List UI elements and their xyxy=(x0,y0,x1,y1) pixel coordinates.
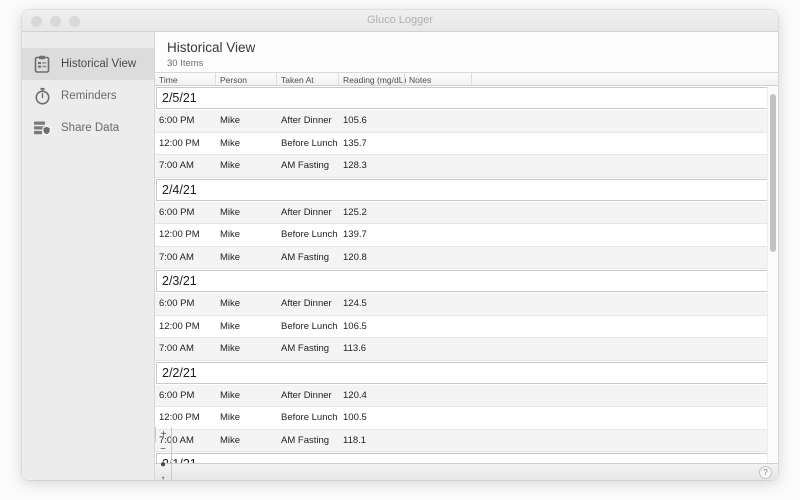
vertical-scrollbar[interactable] xyxy=(767,86,777,463)
share-button[interactable]: ↑ xyxy=(155,472,172,480)
help-button[interactable]: ? xyxy=(759,466,772,479)
table-row[interactable]: 6:00 PM Mike After Dinner 105.6 xyxy=(155,110,770,133)
cell-reading: 120.4 xyxy=(343,390,367,401)
table-row[interactable]: 12:00 PM Mike Before Lunch 106.5 xyxy=(155,316,770,339)
table-row[interactable]: 7:00 AM Mike AM Fasting 120.8 xyxy=(155,247,770,270)
cell-time: 7:00 AM xyxy=(159,252,194,263)
cell-reading: 125.2 xyxy=(343,207,367,218)
sidebar: Historical View Reminders xyxy=(22,32,155,480)
cell-person: Mike xyxy=(220,115,240,126)
cell-time: 12:00 PM xyxy=(159,138,200,149)
cell-time: 6:00 PM xyxy=(159,207,194,218)
cell-reading: 105.6 xyxy=(343,115,367,126)
column-header[interactable]: Time xyxy=(159,75,178,85)
cell-taken-at: Before Lunch xyxy=(281,321,338,332)
cell-reading: 128.3 xyxy=(343,160,367,171)
clipboard-icon xyxy=(32,53,52,75)
records-table: 2/5/21 6:00 PM Mike After Dinner 105.6 12:00 … xyxy=(155,86,778,463)
cell-time: 6:00 PM xyxy=(159,115,194,126)
cell-person: Mike xyxy=(220,138,240,149)
cell-time: 12:00 PM xyxy=(159,321,200,332)
cell-taken-at: AM Fasting xyxy=(281,252,329,263)
sidebar-item-historical-view[interactable]: Historical View xyxy=(22,48,154,80)
sidebar-item-label: Reminders xyxy=(61,90,117,102)
cell-time: 12:00 PM xyxy=(159,412,200,423)
sidebar-item-label: Share Data xyxy=(61,122,119,134)
column-divider[interactable] xyxy=(338,73,339,85)
cell-taken-at: After Dinner xyxy=(281,207,332,218)
cell-person: Mike xyxy=(220,229,240,240)
cell-reading: 113.6 xyxy=(343,343,366,354)
cell-taken-at: AM Fasting xyxy=(281,343,329,354)
main-content: Historical View 30 Items Time Person Taken… xyxy=(155,32,778,480)
cell-person: Mike xyxy=(220,412,240,423)
date-group-header[interactable]: 2/4/21 xyxy=(156,179,770,201)
sidebar-item-reminders[interactable]: Reminders xyxy=(22,80,154,112)
cell-reading: 124.5 xyxy=(343,298,367,309)
window-body: Historical View Reminders xyxy=(22,32,778,480)
column-header[interactable]: Person xyxy=(220,75,247,85)
cell-person: Mike xyxy=(220,390,240,401)
cell-taken-at: Before Lunch xyxy=(281,412,338,423)
item-count: 30 Items xyxy=(167,58,778,69)
table-row[interactable]: 6:00 PM Mike After Dinner 120.4 xyxy=(155,385,770,408)
date-group-header[interactable]: 2/2/21 xyxy=(156,362,770,384)
cell-person: Mike xyxy=(220,343,240,354)
scrollbar-thumb[interactable] xyxy=(770,94,776,252)
table-row[interactable]: 12:00 PM Mike Before Lunch 135.7 xyxy=(155,133,770,156)
column-divider[interactable] xyxy=(215,73,216,85)
cell-person: Mike xyxy=(220,207,240,218)
bottom-toolbar: +−●↑≡◉ ? xyxy=(155,463,778,480)
table-row[interactable]: 7:00 AM Mike AM Fasting 113.6 xyxy=(155,338,770,361)
cell-taken-at: After Dinner xyxy=(281,115,332,126)
sidebar-item-share-data[interactable]: Share Data xyxy=(22,112,154,144)
remove-record-button[interactable]: − xyxy=(155,442,172,457)
cell-taken-at: AM Fasting xyxy=(281,160,329,171)
table-row[interactable]: 6:00 PM Mike After Dinner 124.5 xyxy=(155,293,770,316)
action-button[interactable]: ● xyxy=(155,457,172,472)
app-window: Gluco Logger Historical View xyxy=(22,10,778,480)
table-row[interactable]: 7:00 AM Mike AM Fasting 128.3 xyxy=(155,155,770,178)
cell-reading: 106.5 xyxy=(343,321,367,332)
column-header-row: Time Person Taken At Reading (mg/dL)Notes xyxy=(155,72,778,86)
cell-person: Mike xyxy=(220,252,240,263)
cell-reading: 120.8 xyxy=(343,252,367,263)
column-header[interactable]: Notes xyxy=(409,75,431,85)
cell-reading: 100.5 xyxy=(343,412,367,423)
sidebar-item-label: Historical View xyxy=(61,58,136,70)
column-divider[interactable] xyxy=(276,73,277,85)
cell-time: 12:00 PM xyxy=(159,229,200,240)
cell-time: 7:00 AM xyxy=(159,343,194,354)
cell-person: Mike xyxy=(220,160,240,171)
cell-taken-at: Before Lunch xyxy=(281,138,338,149)
cell-person: Mike xyxy=(220,321,240,332)
share-server-icon xyxy=(32,117,52,139)
cell-time: 6:00 PM xyxy=(159,390,194,401)
add-record-button[interactable]: + xyxy=(155,427,172,442)
cell-reading: 135.7 xyxy=(343,138,367,149)
table-row[interactable]: 6:00 PM Mike After Dinner 125.2 xyxy=(155,202,770,225)
page-title: Historical View xyxy=(167,40,778,55)
column-header[interactable]: Taken At xyxy=(281,75,314,85)
cell-taken-at: After Dinner xyxy=(281,390,332,401)
stopwatch-icon xyxy=(32,85,52,107)
cell-reading: 139.7 xyxy=(343,229,367,240)
column-divider[interactable] xyxy=(471,73,472,85)
table-row[interactable]: 12:00 PM Mike Before Lunch 139.7 xyxy=(155,224,770,247)
title-bar[interactable]: Gluco Logger xyxy=(22,10,778,32)
column-header[interactable]: Reading (mg/dL) xyxy=(343,75,406,85)
content-header: Historical View 30 Items xyxy=(155,32,778,72)
cell-taken-at: After Dinner xyxy=(281,298,332,309)
cell-time: 6:00 PM xyxy=(159,298,194,309)
cell-taken-at: Before Lunch xyxy=(281,229,338,240)
window-title: Gluco Logger xyxy=(22,14,778,26)
cell-time: 7:00 AM xyxy=(159,160,194,171)
date-group-header[interactable]: 2/3/21 xyxy=(156,270,770,292)
column-divider[interactable] xyxy=(404,73,405,85)
date-group-header[interactable]: 2/5/21 xyxy=(156,87,770,109)
cell-person: Mike xyxy=(220,298,240,309)
toolbar-button-group: +−●↑≡◉ xyxy=(155,427,759,480)
table-scroll-area[interactable]: 2/5/21 6:00 PM Mike After Dinner 105.6 12:00 … xyxy=(155,86,778,463)
